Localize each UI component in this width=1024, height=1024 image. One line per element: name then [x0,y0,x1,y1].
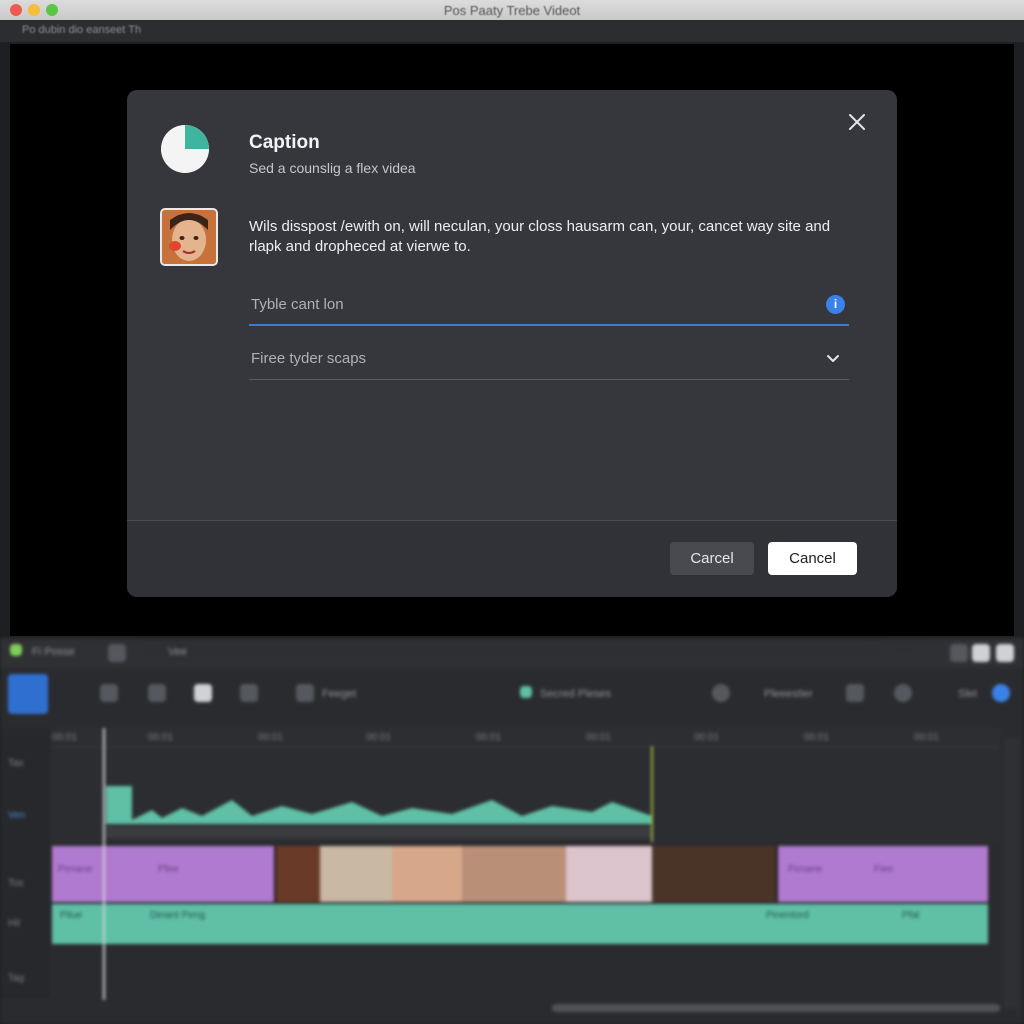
video-frame [566,846,652,902]
caption-clip-label: Dinant Peng [150,910,206,921]
gear-icon[interactable] [894,684,912,702]
avatar [160,208,218,266]
timeline-editor: Fi Posse Vee Feeget Secred Pleses Pleees… [0,638,1024,1024]
video-frame [392,846,462,902]
car-icon[interactable] [148,684,166,702]
caption-field: i [249,286,849,326]
caption-clip-label: Pilue [60,910,83,921]
timeline-ruler[interactable]: 00:01 00:01 00:01 00:01 00:01 00:01 00:0… [52,728,1000,748]
dialog-title: Caption [249,132,320,153]
caption-input[interactable] [251,292,811,316]
cancel-button[interactable]: Cancel [768,542,857,575]
ruler-tick: 00:01 [586,732,612,743]
track-labels: Tax Ven Tox Hit Tag [0,728,50,998]
track-label: Ven [8,810,26,821]
caption-track[interactable]: Pilue Dinant Peng Pinentord Pfal [52,904,988,944]
play-icon[interactable] [194,684,212,702]
ruler-tick: 00:01 [804,732,830,743]
audio-waveform [106,786,652,838]
toolbar-label[interactable]: Secred Pleses [540,688,611,700]
ruler-tick: 00:01 [148,732,174,743]
toggle-icon[interactable] [992,684,1010,702]
ruler-tick: 00:01 [258,732,284,743]
track-label: Tox [8,878,24,889]
carcel-button[interactable]: Carcel [670,542,754,575]
select-value: Firee tyder sсaps [251,350,367,367]
status-dot-icon [10,644,22,656]
horizontal-scrollbar[interactable] [552,1004,1000,1012]
toolbar-label[interactable]: Slet [958,688,977,700]
video-track[interactable]: Penane Pfee Penane Fiee [52,846,988,902]
close-icon[interactable] [845,110,869,134]
folder-icon[interactable] [296,684,314,702]
playhead[interactable] [103,728,105,1000]
square-icon[interactable] [846,684,864,702]
media-thumb-button[interactable] [8,674,48,714]
caption-clip-label: Pfal [902,910,920,921]
track-label: Hit [8,918,21,929]
dialog-subtitle: Sed a counslig a flex videa [249,160,416,176]
app-logo-icon [161,125,209,173]
more-icon[interactable] [996,644,1014,662]
menubar: Po dubin dio eanseet Th [0,20,1024,42]
video-clip[interactable]: Penane Fiee [778,846,988,902]
editor-main-toolbar: Feeget Secred Pleses Pleeestier Slet [0,668,1024,720]
video-frame [276,846,320,902]
editor-top-toolbar: Fi Posse Vee [0,638,1024,668]
menubar-label[interactable]: Po dubin dio eanseet Th [22,24,141,36]
info-icon[interactable]: i [826,295,845,314]
split-icon[interactable] [100,684,118,702]
chevron-down-icon[interactable] [825,350,841,366]
track-label: Tag [8,973,25,984]
circle-icon[interactable] [712,684,730,702]
ruler-tick: 00:01 [476,732,502,743]
dialog-body-text: Wils disspost /ewith on, will neculan, y… [249,218,831,255]
caption-type-select[interactable]: Firee tyder sсaps [249,342,849,380]
user-icon[interactable] [972,644,990,662]
video-frame [462,846,566,902]
audio-track[interactable] [52,750,1000,842]
ruler-tick: 00:01 [366,732,392,743]
video-clip[interactable]: Penane Pfee [52,846,274,902]
window-titlebar: Pos Paaty Trebe Videot [0,0,1024,20]
end-marker[interactable] [651,746,653,842]
toolbar-label[interactable]: Feeget [322,688,356,700]
track-label: Tax [8,758,24,769]
caption-clip-label: Pinentord [766,910,809,921]
video-frame [652,846,776,902]
record-icon [520,686,532,698]
ruler-tick: 00:01 [694,732,720,743]
video-frame [320,846,392,902]
toolbar-label[interactable]: Pleeestier [764,688,813,700]
vertical-scrollbar[interactable] [1004,738,1020,1008]
ruler-tick: 00:01 [52,732,78,743]
toolbar-chip[interactable]: Vee [168,646,187,658]
ruler-tick: 00:01 [914,732,940,743]
settings-icon[interactable] [950,644,968,662]
crop-icon[interactable] [108,644,126,662]
download-icon[interactable] [240,684,258,702]
toolbar-chip[interactable]: Fi Posse [32,646,75,658]
window-title: Pos Paaty Trebe Videot [443,3,581,18]
caption-dialog: Caption Sed a counslig a flex videa Wils… [127,90,897,597]
